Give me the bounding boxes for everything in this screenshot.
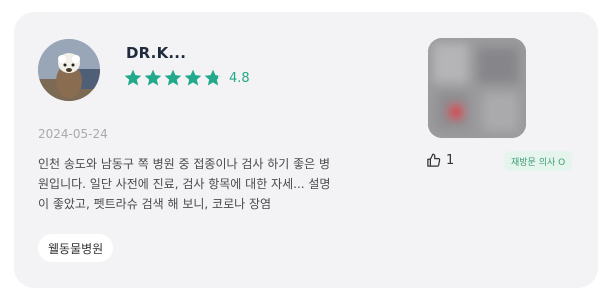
like-count: 1 [446, 152, 455, 168]
reviewer-avatar [38, 39, 100, 101]
review-text[interactable]: 인천 송도와 남동구 쪽 병원 중 접종이나 검사 하기 좋은 병원입니다. 일… [38, 154, 338, 214]
star-icon [144, 69, 162, 86]
rating-value: 4.8 [229, 70, 250, 86]
star-icon [204, 69, 222, 86]
reviewer-name: DR.K... [126, 44, 187, 62]
hospital-tag[interactable]: 웰동물병원 [38, 234, 114, 262]
thumbs-up-icon [427, 153, 441, 167]
like-button[interactable]: 1 [426, 150, 454, 170]
review-card[interactable]: DR.K... 4.8 2024-05-24 인천 송도와 남동구 쪽 병원 중… [14, 12, 598, 288]
rating-row: 4.8 [123, 68, 250, 88]
star-icon [164, 69, 182, 86]
revisit-badge: 재방문 의사 O [504, 151, 573, 171]
review-date: 2024-05-24 [38, 127, 108, 141]
rating-stars [123, 68, 223, 88]
star-icon [184, 69, 202, 86]
review-photo[interactable] [428, 38, 526, 138]
star-icon [124, 69, 142, 86]
